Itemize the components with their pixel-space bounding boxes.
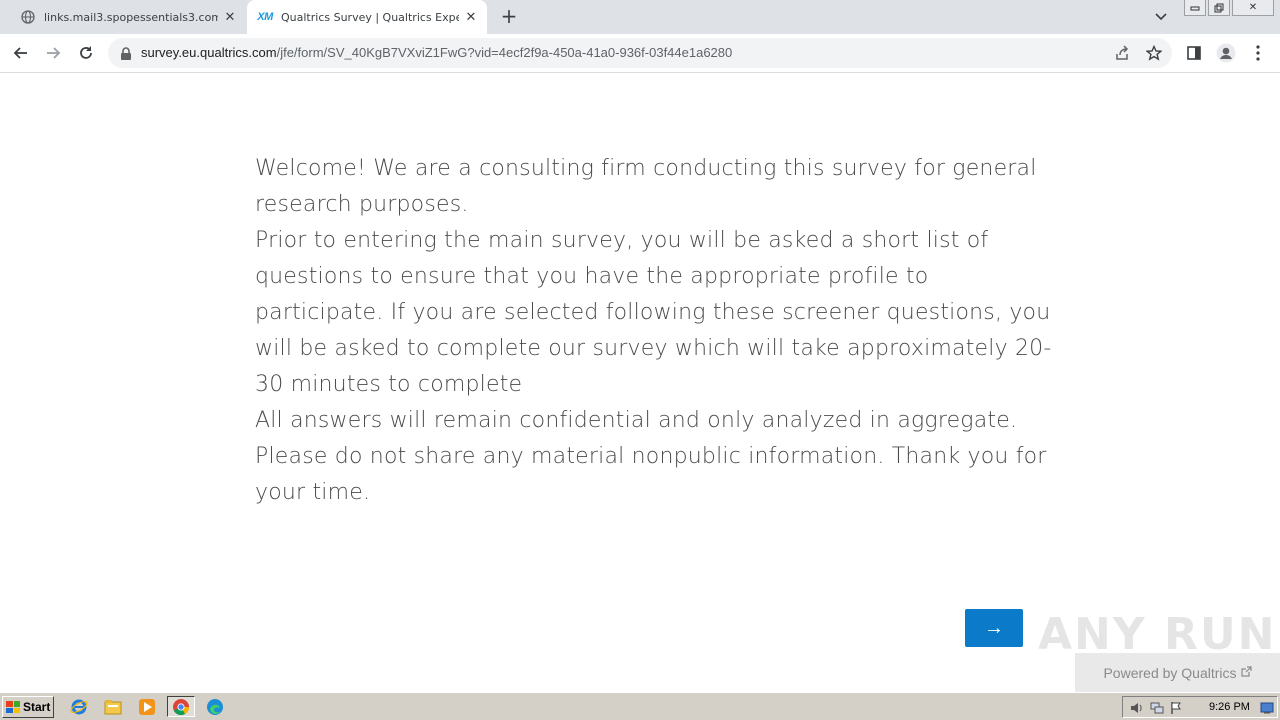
intro-paragraph: Prior to entering the main survey, you w…	[255, 228, 1052, 397]
survey-intro-text: Welcome! We are a consulting firm conduc…	[255, 151, 1055, 511]
media-player-icon[interactable]	[137, 697, 157, 717]
tab-title: links.mail3.spopessentials3.com/serv	[44, 10, 218, 24]
address-bar[interactable]: survey.eu.qualtrics.com/jfe/form/SV_40Kg…	[108, 38, 1172, 68]
start-label: Start	[23, 700, 51, 714]
powered-by-qualtrics-link[interactable]: Powered by Qualtrics	[1075, 653, 1280, 692]
start-button[interactable]: Start	[2, 696, 54, 718]
profile-avatar-icon[interactable]	[1213, 40, 1239, 66]
close-window-button[interactable]: ✕	[1232, 0, 1274, 16]
reload-icon[interactable]	[73, 40, 99, 66]
bookmark-star-icon[interactable]	[1144, 43, 1164, 63]
edge-icon[interactable]	[205, 697, 225, 717]
survey-page: Welcome! We are a consulting firm conduc…	[0, 73, 1280, 692]
external-link-icon	[1240, 665, 1252, 680]
tab-links-mail[interactable]: links.mail3.spopessentials3.com/serv ✕	[10, 0, 246, 34]
share-icon[interactable]	[1112, 43, 1132, 63]
new-tab-button[interactable]: +	[498, 5, 520, 27]
url-host: survey.eu.qualtrics.com	[141, 45, 277, 60]
chrome-taskbar-icon[interactable]	[167, 696, 195, 717]
intro-paragraph: Welcome! We are a consulting firm conduc…	[255, 156, 1037, 217]
show-desktop-icon[interactable]	[1259, 700, 1275, 716]
url-text[interactable]: survey.eu.qualtrics.com/jfe/form/SV_40Kg…	[141, 38, 732, 68]
file-explorer-icon[interactable]	[103, 697, 123, 717]
taskbar: Start 9:26 PM	[0, 692, 1280, 720]
lock-icon[interactable]	[120, 46, 134, 60]
kebab-menu-icon[interactable]	[1245, 40, 1271, 66]
chevron-down-icon[interactable]	[1152, 8, 1170, 26]
powered-by-label: Powered by Qualtrics	[1103, 664, 1237, 681]
tab-title: Qualtrics Survey | Qualtrics Experien	[281, 10, 459, 24]
tab-strip: links.mail3.spopessentials3.com/serv ✕ X…	[0, 0, 1280, 34]
side-panel-icon[interactable]	[1181, 40, 1207, 66]
volume-icon[interactable]	[1129, 700, 1145, 716]
minimize-window-button[interactable]	[1184, 0, 1206, 16]
windows-flag-icon	[6, 701, 20, 713]
globe-icon	[20, 9, 36, 25]
restore-window-button[interactable]	[1208, 0, 1230, 16]
close-tab-icon[interactable]: ✕	[463, 9, 479, 25]
taskbar-clock[interactable]: 9:26 PM	[1209, 697, 1250, 717]
tab-qualtrics-survey[interactable]: XM Qualtrics Survey | Qualtrics Experien…	[247, 0, 487, 34]
system-tray: 9:26 PM	[1122, 696, 1278, 718]
browser-toolbar: survey.eu.qualtrics.com/jfe/form/SV_40Kg…	[0, 34, 1280, 73]
internet-explorer-icon[interactable]	[69, 697, 89, 717]
forward-arrow-icon[interactable]	[40, 40, 66, 66]
xm-logo-icon: XM	[257, 11, 273, 23]
intro-paragraph: All answers will remain confidential and…	[255, 408, 1047, 505]
next-button[interactable]: →	[965, 609, 1023, 647]
network-icon[interactable]	[1149, 700, 1165, 716]
back-arrow-icon[interactable]	[8, 40, 34, 66]
action-center-flag-icon[interactable]	[1169, 700, 1185, 716]
close-tab-icon[interactable]: ✕	[222, 9, 238, 25]
url-path: /jfe/form/SV_40KgB7VXviZ1FwG?vid=4ecf2f9…	[276, 45, 733, 60]
